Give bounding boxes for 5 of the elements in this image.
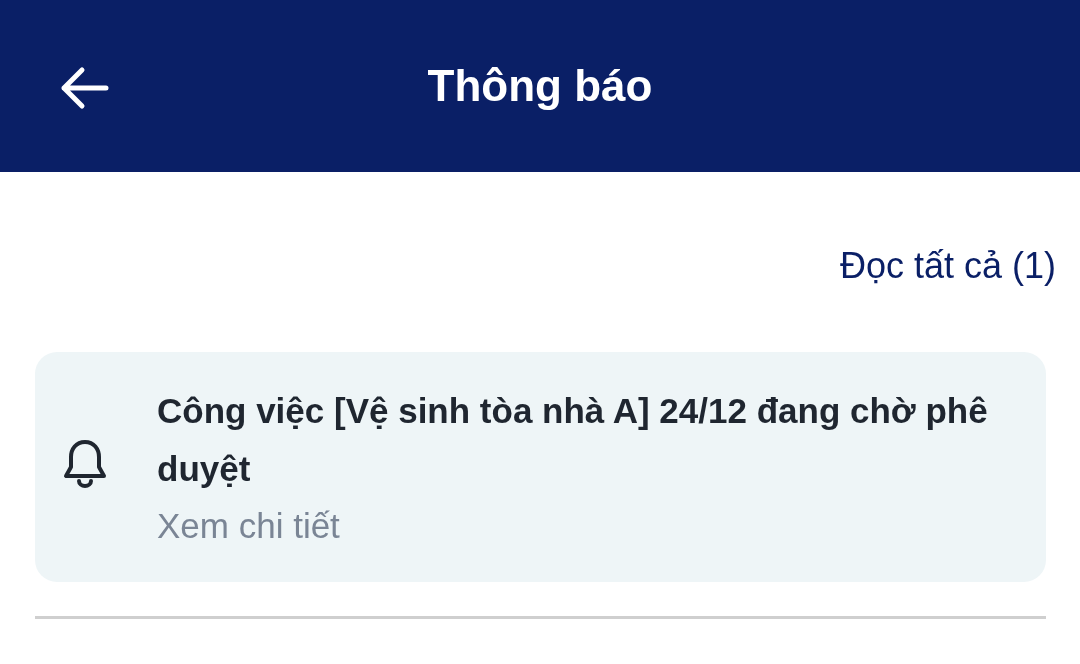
read-all-link[interactable]: Đọc tất cả (1) <box>839 244 1056 288</box>
screen-title: Thông báo <box>427 61 653 111</box>
notification-card[interactable]: Công việc [Vệ sinh tòa nhà A] 24/12 đang chờ phê duyệt Xem chi tiết <box>35 352 1046 582</box>
bell-icon <box>63 438 107 490</box>
notification-title: Công việc [Vệ sinh tòa nhà A] 24/12 đang chờ phê duyệt <box>157 390 989 490</box>
